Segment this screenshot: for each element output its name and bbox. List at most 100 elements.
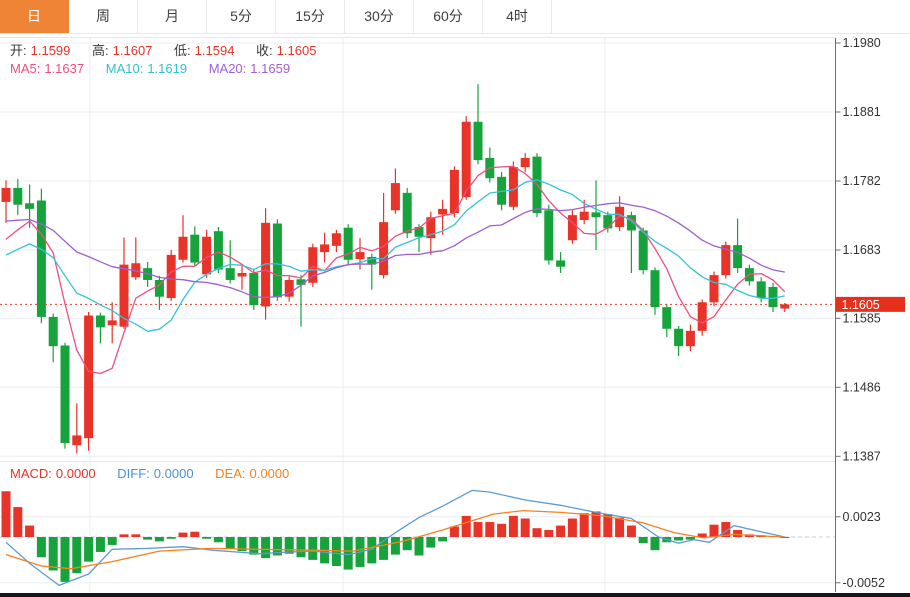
macd-bar <box>13 507 22 537</box>
diff-label: DIFF: <box>117 466 150 481</box>
candle <box>391 183 400 210</box>
macd-bar <box>297 537 306 557</box>
macd-bar <box>651 537 660 550</box>
macd-bar <box>556 526 565 537</box>
low-value: 1.1594 <box>195 43 235 58</box>
macd-bar <box>544 530 553 537</box>
candle <box>25 203 34 209</box>
candle <box>96 316 105 328</box>
candle <box>273 224 282 298</box>
candle <box>603 215 612 228</box>
candle <box>509 167 518 207</box>
ma10-value: 1.1619 <box>147 61 187 76</box>
macd-bar <box>84 537 93 562</box>
tab-15min[interactable]: 15分 <box>276 0 345 33</box>
macd-bar <box>25 526 34 537</box>
candle <box>214 231 223 269</box>
candle <box>13 188 22 205</box>
macd-bar <box>474 522 483 537</box>
ma10-label: MA10: <box>106 61 144 76</box>
macd-bar <box>190 532 199 537</box>
macd-bar <box>450 526 459 537</box>
macd-bar <box>261 537 270 558</box>
candle <box>61 345 70 443</box>
macd-value: 0.0000 <box>56 466 96 481</box>
tab-day[interactable]: 日 <box>0 0 69 33</box>
candle <box>662 307 671 329</box>
macd-bar <box>415 537 424 555</box>
macd-bar <box>179 533 188 537</box>
ma5-label: MA5: <box>10 61 40 76</box>
macd-bar <box>131 534 140 537</box>
candle <box>403 193 412 233</box>
macd-bar <box>639 537 648 543</box>
candle <box>2 188 11 202</box>
macd-bar <box>615 518 624 537</box>
candle <box>710 275 719 302</box>
y-axis-label: 1.1881 <box>843 105 881 119</box>
macd-bar <box>497 524 506 537</box>
ohlc-legend: 开:1.1599 高:1.1607 低:1.1594 收:1.1605 <box>10 40 320 59</box>
candle <box>438 209 447 215</box>
ma-legend: MA5: 1.1637 MA10:1.1619 MA20:1.1659 <box>10 61 294 76</box>
candle <box>733 245 742 268</box>
candle <box>474 122 483 160</box>
candle <box>72 435 81 445</box>
y-axis-label: 1.1585 <box>843 311 881 325</box>
tab-30min[interactable]: 30分 <box>345 0 414 33</box>
macd-bar <box>568 519 577 537</box>
macd-bar <box>202 537 211 539</box>
candle <box>698 302 707 331</box>
y-axis-label: 1.1683 <box>843 243 881 257</box>
ma5-value: 1.1637 <box>44 61 84 76</box>
candle <box>84 316 93 439</box>
macd-bar <box>285 537 294 554</box>
macd-bar <box>143 537 152 540</box>
low-label: 低: <box>174 43 191 58</box>
high-value: 1.1607 <box>113 43 153 58</box>
macd-bar <box>580 513 589 537</box>
macd-bar <box>96 537 105 552</box>
ma20-label: MA20: <box>209 61 247 76</box>
y-axis-label: 1.1387 <box>843 449 881 463</box>
candle <box>108 320 117 325</box>
candle <box>686 331 695 346</box>
tab-4hour[interactable]: 4时 <box>483 0 552 33</box>
macd-bar <box>214 537 223 542</box>
timeframe-tabbar: 日 周 月 5分 15分 30分 60分 4时 <box>0 0 910 34</box>
candle <box>238 273 247 276</box>
tab-week[interactable]: 周 <box>69 0 138 33</box>
macd-bar <box>155 537 164 541</box>
macd-bar <box>521 519 530 537</box>
candle <box>226 268 235 280</box>
macd-bar <box>120 534 129 537</box>
candle <box>155 280 164 297</box>
bottom-border-bar <box>0 593 910 597</box>
candle <box>190 235 199 263</box>
candle <box>757 281 766 298</box>
macd-bar <box>249 537 258 555</box>
chart-canvas[interactable]: 1.19801.18811.17821.16831.15851.14861.13… <box>0 0 910 597</box>
candle <box>462 122 471 197</box>
macd-label: MACD: <box>10 466 52 481</box>
candle <box>592 212 601 217</box>
candle <box>674 329 683 346</box>
macd-bar <box>332 537 341 566</box>
tab-60min[interactable]: 60分 <box>414 0 483 33</box>
candle <box>37 201 46 317</box>
candle <box>308 247 317 283</box>
open-value: 1.1599 <box>31 43 71 58</box>
candle <box>379 222 388 275</box>
diff-value: 0.0000 <box>154 466 194 481</box>
ma20-value: 1.1659 <box>250 61 290 76</box>
candle <box>556 260 565 266</box>
macd-bar <box>49 537 58 570</box>
macd-bar <box>426 537 435 548</box>
dea-label: DEA: <box>215 466 245 481</box>
candle <box>580 212 589 220</box>
candle <box>651 270 660 307</box>
tab-5min[interactable]: 5分 <box>207 0 276 33</box>
tab-month[interactable]: 月 <box>138 0 207 33</box>
macd-bar <box>2 491 11 537</box>
macd-bar <box>674 537 683 541</box>
